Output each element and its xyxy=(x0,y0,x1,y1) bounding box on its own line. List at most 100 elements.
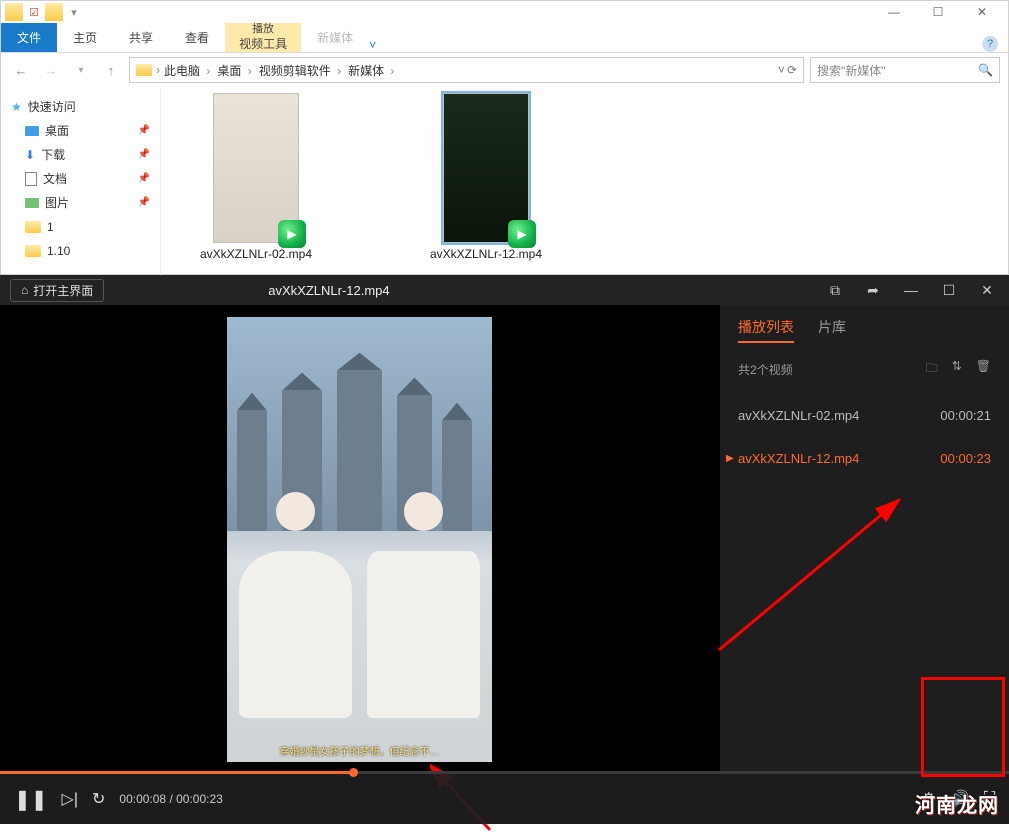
video-viewport[interactable]: 穿婚纱是女孩子的梦想，但纪念不… xyxy=(0,305,719,774)
file-item[interactable]: ▶ avXkXZLNLr-02.mp4 xyxy=(171,93,341,261)
playlist-item-duration: 00:00:23 xyxy=(940,451,991,466)
volume-icon[interactable]: 🔊 xyxy=(950,789,970,809)
video-player-window: ⌂ 打开主界面 avXkXZLNLr-12.mp4 ⧉ ➦ — ☐ ✕ 穿婚纱是… xyxy=(0,275,1009,824)
time-display: 00:00:08 / 00:00:23 xyxy=(119,792,222,806)
ribbon-tab-view[interactable]: 查看 xyxy=(169,23,225,52)
folder-icon xyxy=(45,3,63,21)
tab-playlist[interactable]: 播放列表 xyxy=(738,317,794,343)
explorer-body: ★ 快速访问 桌面 📌 ⬇ 下载 📌 文档 📌 图片 📌 xyxy=(1,87,1008,276)
quick-access-toolbar: ☑ ▾ xyxy=(5,3,83,21)
pin-icon: 📌 xyxy=(138,122,150,140)
nav-label: 1.10 xyxy=(47,242,70,260)
nav-item-desktop[interactable]: 桌面 📌 xyxy=(7,119,154,143)
nav-up-button[interactable]: ↑ xyxy=(99,58,123,82)
playlist-item-duration: 00:00:21 xyxy=(940,408,991,423)
refresh-icon[interactable]: ⟳ xyxy=(787,63,797,77)
player-minimize-button[interactable]: — xyxy=(899,282,923,298)
nav-label: 快速访问 xyxy=(28,98,76,116)
nav-item-downloads[interactable]: ⬇ 下载 📌 xyxy=(7,143,154,167)
search-placeholder: 搜索"新媒体" xyxy=(817,62,886,79)
nav-item-folder[interactable]: 1 xyxy=(7,215,154,239)
ribbon-context-header: 播放 xyxy=(252,23,274,35)
home-icon: ⌂ xyxy=(21,283,28,297)
file-item[interactable]: ▶ avXkXZLNLr-12.mp4 xyxy=(401,93,571,261)
pin-window-icon[interactable]: ➦ xyxy=(861,282,885,299)
explorer-titlebar[interactable]: ☑ ▾ — ☐ ✕ xyxy=(1,1,1008,23)
loop-icon[interactable]: ↻ xyxy=(92,789,105,809)
ribbon-tab-share[interactable]: 共享 xyxy=(113,23,169,52)
close-button[interactable]: ✕ xyxy=(960,1,1004,23)
player-title: avXkXZLNLr-12.mp4 xyxy=(268,283,389,298)
breadcrumb-segment[interactable]: 新媒体 xyxy=(348,62,397,79)
folder-icon xyxy=(25,221,41,233)
player-titlebar[interactable]: ⌂ 打开主界面 avXkXZLNLr-12.mp4 ⧉ ➦ — ☐ ✕ xyxy=(0,275,1009,305)
nav-forward-button[interactable]: → xyxy=(39,58,63,82)
ribbon-collapse-icon[interactable]: ˅ xyxy=(369,38,376,52)
document-icon xyxy=(25,172,37,186)
playlist-item[interactable]: avXkXZLNLr-02.mp4 00:00:21 xyxy=(720,394,1009,437)
navigation-pane[interactable]: ★ 快速访问 桌面 📌 ⬇ 下载 📌 文档 📌 图片 📌 xyxy=(1,87,161,276)
ribbon-tab-home[interactable]: 主页 xyxy=(57,23,113,52)
ribbon-tab-other[interactable]: 新媒体 xyxy=(301,23,369,52)
pip-icon[interactable]: ⧉ xyxy=(823,282,847,299)
download-icon: ⬇ xyxy=(25,146,35,164)
playlist-item[interactable]: ▶ avXkXZLNLr-12.mp4 00:00:23 xyxy=(720,437,1009,480)
ribbon: 文件 主页 共享 查看 播放 视频工具 新媒体 ˅ ? xyxy=(1,23,1008,53)
video-overlay-icon: ▶ xyxy=(278,220,306,248)
now-playing-icon: ▶ xyxy=(726,453,734,464)
ribbon-file-tab[interactable]: 文件 xyxy=(1,23,57,52)
nav-item-folder[interactable]: 1.10 xyxy=(7,239,154,263)
nav-item-documents[interactable]: 文档 📌 xyxy=(7,167,154,191)
nav-label: 下载 xyxy=(41,146,65,164)
pin-icon: 📌 xyxy=(138,146,150,164)
folder-icon xyxy=(136,64,152,76)
breadcrumb[interactable]: › 此电脑 桌面 视频剪辑软件 新媒体 ˅ ⟳ xyxy=(129,57,804,83)
next-button[interactable]: ▷| xyxy=(62,789,78,809)
video-frame: 穿婚纱是女孩子的梦想，但纪念不… xyxy=(227,317,492,762)
ribbon-context-play[interactable]: 播放 视频工具 xyxy=(225,23,301,52)
address-dropdown-icon[interactable]: ˅ xyxy=(778,63,785,77)
ribbon-context-tab: 视频工具 xyxy=(239,35,287,52)
playlist-item-name: avXkXZLNLr-12.mp4 xyxy=(738,451,859,466)
nav-item-pictures[interactable]: 图片 📌 xyxy=(7,191,154,215)
file-name: avXkXZLNLr-12.mp4 xyxy=(430,247,542,261)
qat-checkbox-icon[interactable]: ☑ xyxy=(25,3,43,21)
playlist-tabs: 播放列表 片库 xyxy=(720,317,1009,353)
breadcrumb-segment[interactable]: 视频剪辑软件 xyxy=(259,62,344,79)
file-explorer-window: ☑ ▾ — ☐ ✕ 文件 主页 共享 查看 播放 视频工具 新媒体 ˅ ? ← … xyxy=(0,0,1009,275)
breadcrumb-segment[interactable]: 此电脑 xyxy=(164,62,213,79)
video-thumbnail: ▶ xyxy=(443,93,529,243)
player-close-button[interactable]: ✕ xyxy=(975,282,999,299)
star-icon: ★ xyxy=(11,98,22,116)
play-pause-button[interactable]: ❚❚ xyxy=(14,787,48,812)
address-bar-row: ← → ▾ ↑ › 此电脑 桌面 视频剪辑软件 新媒体 ˅ ⟳ 搜索"新媒体" … xyxy=(1,53,1008,87)
player-maximize-button[interactable]: ☐ xyxy=(937,282,961,299)
search-input[interactable]: 搜索"新媒体" 🔍 xyxy=(810,57,1000,83)
delete-icon[interactable]: 🗑 xyxy=(976,359,991,380)
nav-label: 桌面 xyxy=(45,122,69,140)
tab-library[interactable]: 片库 xyxy=(818,317,846,343)
nav-history-icon[interactable]: ▾ xyxy=(69,58,93,82)
nav-back-button[interactable]: ← xyxy=(9,58,33,82)
file-name: avXkXZLNLr-02.mp4 xyxy=(200,247,312,261)
nav-label: 图片 xyxy=(45,194,69,212)
nav-quick-access[interactable]: ★ 快速访问 xyxy=(7,95,154,119)
qat-dropdown-icon[interactable]: ▾ xyxy=(65,3,83,21)
open-main-button[interactable]: ⌂ 打开主界面 xyxy=(10,279,104,302)
maximize-button[interactable]: ☐ xyxy=(916,1,960,23)
sort-icon[interactable]: ⇅ xyxy=(952,359,962,380)
playlist-meta: 共2个视频 🗀 ⇅ 🗑 xyxy=(720,353,1009,394)
video-overlay-icon: ▶ xyxy=(508,220,536,248)
settings-icon[interactable]: ⚙ xyxy=(922,789,936,809)
search-icon[interactable]: 🔍 xyxy=(978,63,993,77)
fullscreen-icon[interactable]: ⛶ xyxy=(984,790,995,808)
nav-label: 1 xyxy=(47,218,54,236)
minimize-button[interactable]: — xyxy=(872,1,916,23)
open-folder-icon[interactable]: 🗀 xyxy=(926,359,938,380)
pin-icon: 📌 xyxy=(138,194,150,212)
breadcrumb-segment[interactable]: 桌面 xyxy=(217,62,254,79)
help-icon[interactable]: ? xyxy=(982,36,998,52)
video-subtitle: 穿婚纱是女孩子的梦想，但纪念不… xyxy=(227,743,492,758)
file-list[interactable]: ▶ avXkXZLNLr-02.mp4 ▶ avXkXZLNLr-12.mp4 xyxy=(161,87,1008,276)
progress-bar[interactable] xyxy=(0,771,1009,774)
